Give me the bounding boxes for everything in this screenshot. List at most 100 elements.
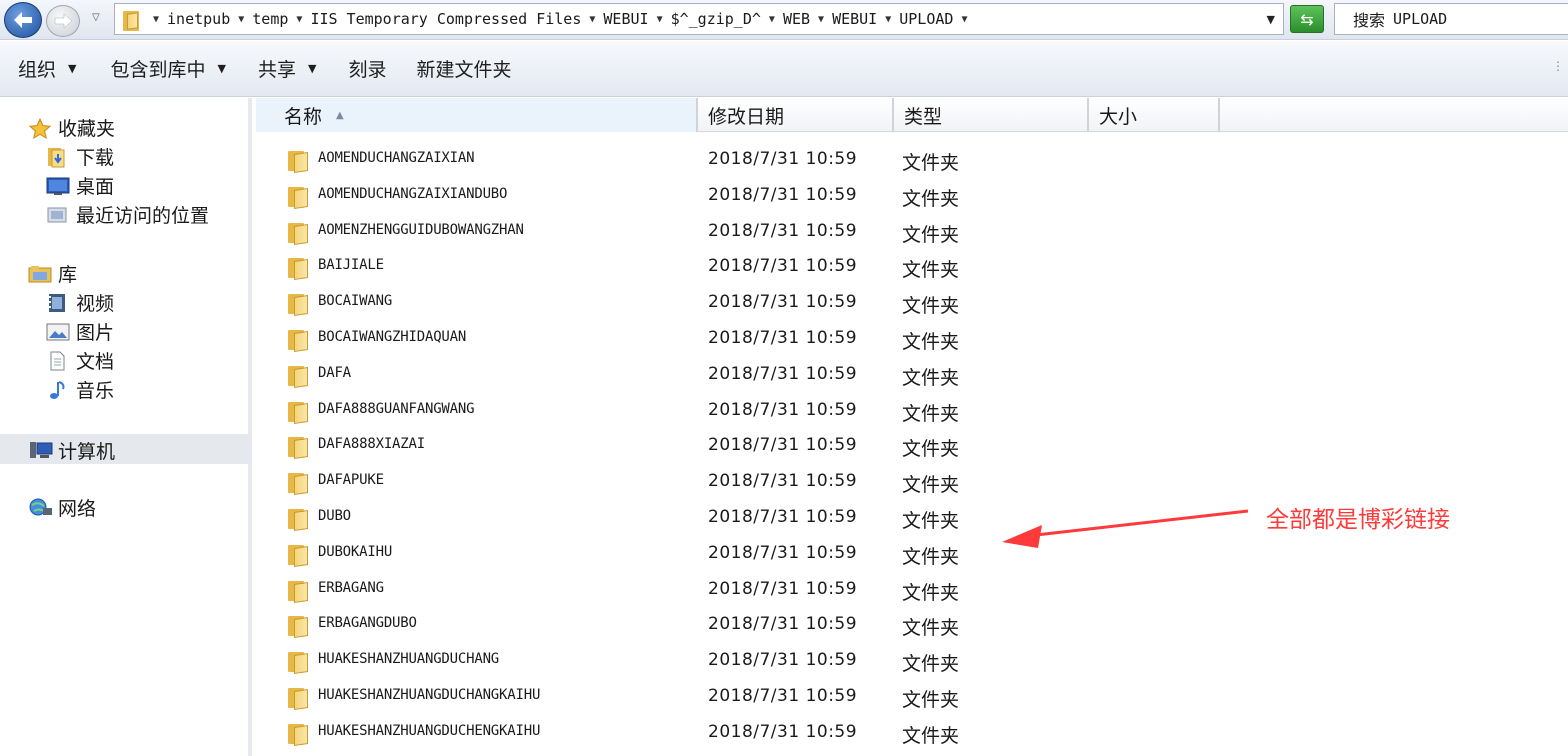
network-globe-icon <box>28 497 52 519</box>
column-modified[interactable]: 修改日期 <box>698 98 894 132</box>
file-type: 文件夹 <box>902 689 960 711</box>
file-modified-date: 2018/7/31 10:59 <box>708 292 858 313</box>
folder-icon <box>286 186 308 209</box>
file-type: 文件夹 <box>902 331 960 353</box>
file-type: 文件夹 <box>902 223 960 246</box>
nav-documents-label: 文档 <box>76 351 115 373</box>
nav-recent[interactable]: 最近访问的位置 <box>46 201 209 228</box>
nav-favorites[interactable]: 收藏夹 <box>28 114 115 141</box>
file-modified-date: 2018/7/31 10:59 <box>708 435 858 456</box>
breadcrumb-separator-icon[interactable]: ▼ <box>296 14 302 25</box>
list-item[interactable]: HUAKESHANZHUANGDUCHENGKAIHU 2018/7/31 10:… <box>256 715 1256 751</box>
list-item[interactable]: HUAKESHANZHUANGDUCHANGKAIHU 2018/7/31 10:… <box>256 679 1256 715</box>
navigation-pane: 收藏夹 下载 桌面 最近访问的位置 库 视频 图片 文档 音乐 计算机 网络 <box>0 98 252 756</box>
file-name: ERBAGANG <box>318 579 384 596</box>
list-item[interactable]: DAFA888GUANFANGWANG 2018/7/31 10:59 文件夹 <box>256 393 1256 429</box>
breadcrumb-item[interactable]: temp <box>252 10 288 28</box>
list-item[interactable]: AOMENDUCHANGZAIXIAN 2018/7/31 10:59 文件夹 <box>256 142 1256 178</box>
column-type[interactable]: 类型 <box>894 98 1089 132</box>
refresh-icon: ⇆ <box>1300 9 1314 29</box>
list-item[interactable]: AOMENDUCHANGZAIXIANDUBO 2018/7/31 10:59 文件… <box>256 178 1256 214</box>
nav-documents[interactable]: 文档 <box>46 347 114 374</box>
nav-recent-label: 最近访问的位置 <box>76 205 210 227</box>
file-type: 文件夹 <box>902 510 960 532</box>
breadcrumb-separator-icon[interactable]: ▼ <box>885 14 891 25</box>
back-arrow-icon <box>14 12 32 28</box>
breadcrumb: ▼ inetpub ▼ temp ▼ IIS Temporary Compressed F… <box>145 10 975 28</box>
column-name[interactable]: 名称 ▲ <box>256 98 698 132</box>
include-library-label: 包含到库中 <box>110 59 206 81</box>
library-icon <box>28 263 52 285</box>
file-type: 文件夹 <box>902 581 960 604</box>
address-input[interactable]: ▼ inetpub ▼ temp ▼ IIS Temporary Compressed F… <box>114 3 1284 35</box>
new-folder-button[interactable]: 新建文件夹 <box>416 55 511 82</box>
music-note-icon <box>46 379 68 401</box>
list-item[interactable]: DAFAPUKE 2018/7/31 10:59 文件夹 <box>256 464 1256 500</box>
recent-pages-chevron-icon[interactable]: ▽ <box>92 12 106 28</box>
file-type: 文件夹 <box>902 152 960 174</box>
folder-icon <box>286 508 308 531</box>
back-button[interactable] <box>4 2 42 38</box>
file-modified-date: 2018/7/31 10:59 <box>708 578 858 599</box>
folder-icon <box>286 329 308 352</box>
breadcrumb-item[interactable]: inetpub <box>167 10 230 28</box>
file-type: 文件夹 <box>902 259 960 282</box>
breadcrumb-separator-icon[interactable]: ▼ <box>153 14 159 25</box>
refresh-button[interactable]: ⇆ <box>1290 5 1324 33</box>
list-item[interactable]: ERBAGANGDUBO 2018/7/31 10:59 文件夹 <box>256 607 1256 643</box>
file-name: ERBAGANGDUBO <box>318 615 417 632</box>
breadcrumb-item[interactable]: IIS Temporary Compressed Files <box>310 10 581 28</box>
list-item[interactable]: ERBAGANG 2018/7/31 10:59 文件夹 <box>256 572 1256 608</box>
column-size-label: 大小 <box>1099 105 1138 128</box>
file-type: 文件夹 <box>902 402 960 425</box>
nav-pictures[interactable]: 图片 <box>46 318 114 345</box>
list-item[interactable]: BOCAIWANG 2018/7/31 10:59 文件夹 <box>256 285 1256 321</box>
breadcrumb-item[interactable]: WEBUI <box>832 10 877 28</box>
nav-computer-label: 计算机 <box>58 441 116 463</box>
burn-button[interactable]: 刻录 <box>348 55 386 82</box>
nav-videos[interactable]: 视频 <box>46 289 114 316</box>
file-type: 文件夹 <box>902 653 960 676</box>
video-icon <box>46 292 68 314</box>
breadcrumb-item[interactable]: WEBUI <box>603 10 648 28</box>
file-type: 文件夹 <box>902 295 960 318</box>
nav-libraries[interactable]: 库 <box>28 260 77 287</box>
folder-icon <box>286 651 308 675</box>
file-name: DAFA888GUANFANGWANG <box>318 400 475 417</box>
column-size[interactable]: 大小 <box>1089 98 1220 132</box>
search-term: UPLOAD <box>1393 10 1448 28</box>
file-modified-date: 2018/7/31 10:59 <box>708 363 858 384</box>
search-input[interactable]: 搜索 UPLOAD <box>1334 3 1568 35</box>
list-item[interactable]: HUAKESHANZHUANGDUCHANG 2018/7/31 10:59 文件夹 <box>256 643 1256 679</box>
breadcrumb-separator-icon[interactable]: ▼ <box>657 14 663 25</box>
list-item[interactable]: DAFA888XIAZAI 2018/7/31 10:59 文件夹 <box>256 428 1256 464</box>
nav-computer[interactable]: 计算机 <box>28 437 115 464</box>
breadcrumb-separator-icon[interactable]: ▼ <box>961 14 967 25</box>
breadcrumb-item[interactable]: UPLOAD <box>899 10 953 28</box>
include-library-button[interactable]: 包含到库中 ▼ <box>110 55 225 82</box>
nav-music[interactable]: 音乐 <box>46 376 114 403</box>
list-item[interactable]: AOMENZHENGGUIDUBOWANGZHAN 2018/7/31 10:59… <box>256 214 1256 250</box>
view-options-icon[interactable]: ⋮⋮ <box>1552 59 1568 79</box>
breadcrumb-separator-icon[interactable]: ▼ <box>589 14 595 25</box>
nav-downloads[interactable]: 下载 <box>46 143 114 170</box>
list-item[interactable]: DAFA 2018/7/31 10:59 文件夹 <box>256 357 1256 393</box>
breadcrumb-separator-icon[interactable]: ▼ <box>818 14 824 25</box>
organize-button[interactable]: 组织 ▼ <box>18 55 76 82</box>
breadcrumb-item[interactable]: $^_gzip_D^ <box>671 10 761 28</box>
chevron-down-icon: ▼ <box>307 62 317 75</box>
forward-button[interactable] <box>46 5 80 37</box>
breadcrumb-item[interactable]: WEB <box>783 10 810 28</box>
nav-network[interactable]: 网络 <box>28 494 96 521</box>
folder-icon <box>286 472 308 496</box>
command-bar: 组织 ▼ 包含到库中 ▼ 共享 ▼ 刻录 新建文件夹 ⋮⋮ <box>0 41 1568 97</box>
picture-icon <box>46 321 70 343</box>
breadcrumb-separator-icon[interactable]: ▼ <box>769 14 775 25</box>
list-item[interactable]: BAIJIALE 2018/7/31 10:59 文件夹 <box>256 249 1256 285</box>
share-button[interactable]: 共享 ▼ <box>258 55 316 82</box>
address-dropdown-icon[interactable]: ▼ <box>1267 13 1275 26</box>
annotation-arrow <box>996 505 1252 561</box>
nav-desktop[interactable]: 桌面 <box>46 172 114 199</box>
breadcrumb-separator-icon[interactable]: ▼ <box>238 14 244 25</box>
list-item[interactable]: BOCAIWANGZHIDAQUAN 2018/7/31 10:59 文件夹 <box>256 321 1256 357</box>
